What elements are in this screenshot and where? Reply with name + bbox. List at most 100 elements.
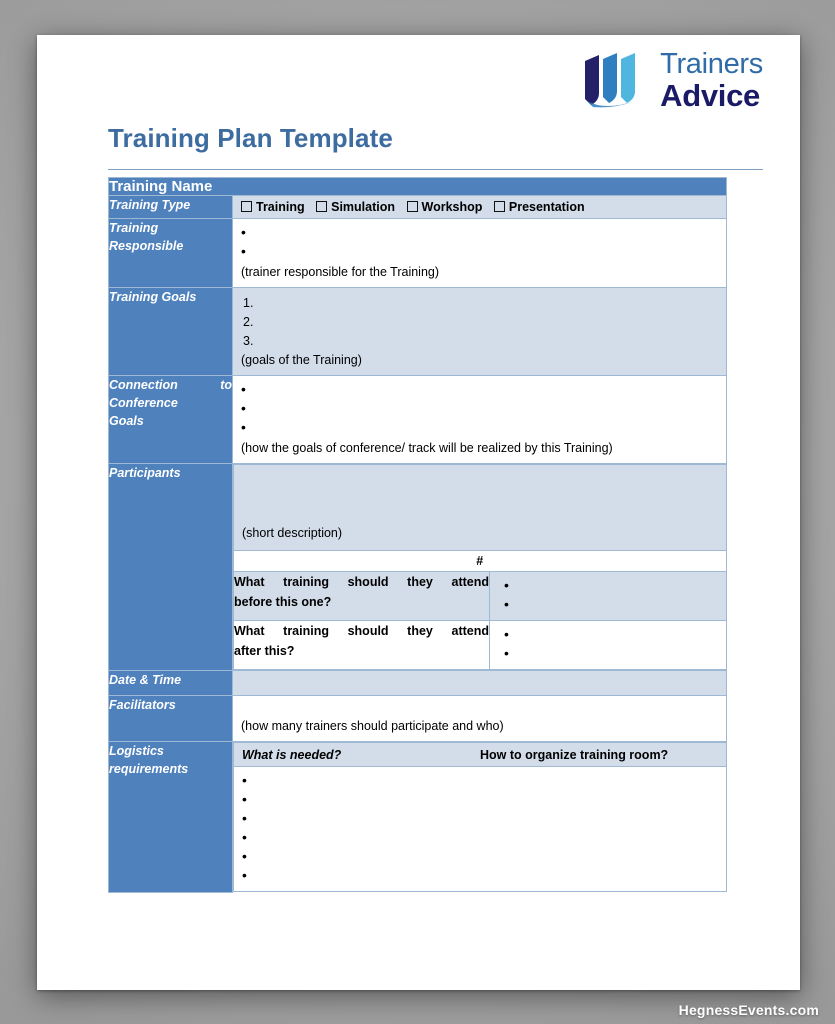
cell-logistics: What is needed? How to organize training… [233, 742, 727, 892]
checkbox-icon[interactable] [241, 201, 252, 212]
participants-count-row: # [233, 550, 727, 572]
logistics-body-row [233, 766, 727, 892]
hint-facilitators: (how many trainers should participate an… [241, 719, 504, 733]
numbered-list [241, 293, 718, 350]
cell-training-type: Training Simulation Workshop Presentatio… [232, 195, 727, 219]
cell-connection-goals[interactable]: (how the goals of conference/ track will… [232, 375, 727, 464]
question-before-line2: before this one? [234, 595, 332, 609]
table-row-training-name: Training Name [108, 177, 727, 196]
cell-training-responsible[interactable]: (trainer responsible for the Training) [232, 218, 727, 288]
checkbox-option-presentation[interactable]: Presentation [493, 200, 585, 214]
logistics-body-cell[interactable] [233, 766, 727, 892]
hint-training-goals: (goals of the Training) [241, 353, 362, 367]
list-item[interactable] [241, 331, 718, 350]
question-after-this: What training should they attend after t… [233, 620, 490, 670]
label-connection-word1: Connection [109, 378, 178, 392]
list-item[interactable] [241, 223, 718, 243]
logistics-col-b-header: How to organize training room? [480, 748, 669, 762]
brand-logo: Trainers Advice [579, 49, 763, 111]
list-item[interactable] [242, 847, 718, 867]
logo-line-2: Advice [660, 77, 760, 113]
checkbox-label-simulation: Simulation [331, 200, 396, 214]
bullet-list [242, 771, 718, 886]
document-page: Trainers Advice Training Plan Template T… [37, 35, 800, 990]
page-title: Training Plan Template [108, 123, 393, 153]
participants-after-row: What training should they attend after t… [233, 620, 727, 670]
table-row-facilitators: Facilitators (how many trainers should p… [108, 695, 727, 742]
question-before-this-one: What training should they attend before … [233, 571, 490, 621]
bullet-list [241, 380, 718, 438]
bullet-list [504, 625, 718, 664]
logistics-column-headers: What is needed? How to organize training… [233, 742, 727, 767]
label-connection-goals: Connection to Conference Goals [108, 375, 233, 464]
table-row-logistics: Logistics requirements What is needed? H… [108, 741, 727, 893]
cell-participants: (short description) # What training shou… [233, 464, 727, 671]
list-item[interactable] [242, 828, 718, 848]
list-item[interactable] [242, 790, 718, 810]
logistics-header-row: What is needed? How to organize training… [233, 742, 727, 767]
question-before-line1: What training should they attend [234, 575, 489, 589]
list-item[interactable] [241, 418, 718, 438]
checkbox-label-training: Training [256, 200, 305, 214]
cell-training-goals[interactable]: (goals of the Training) [232, 287, 727, 376]
list-item[interactable] [241, 380, 718, 400]
checkbox-icon[interactable] [493, 201, 505, 212]
label-connection-line3: Goals [109, 414, 144, 429]
label-facilitators: Facilitators [108, 695, 233, 742]
bullet-list [504, 576, 718, 615]
checkbox-label-presentation: Presentation [508, 200, 585, 214]
title-divider [108, 169, 763, 170]
table-row-participants: Participants (short description) # What … [108, 463, 727, 671]
stacked-pages-mark [585, 53, 636, 108]
list-item[interactable] [241, 312, 718, 331]
table-row-training-goals: Training Goals (goals of the Training) [108, 287, 727, 376]
label-logistics-line2: requirements [109, 762, 189, 777]
label-date-time: Date & Time [108, 670, 233, 696]
question-after-line1: What training should they attend [234, 624, 489, 638]
label-logistics: Logistics requirements [108, 741, 233, 893]
table-row-connection-goals: Connection to Conference Goals (how the … [108, 375, 727, 464]
checkbox-icon[interactable] [316, 201, 328, 212]
cell-date-time[interactable] [232, 670, 727, 696]
hint-connection-goals: (how the goals of conference/ track will… [241, 441, 613, 455]
list-item[interactable] [504, 595, 718, 615]
logistics-col-a-header: What is needed? [242, 748, 342, 762]
label-training-type: Training Type [108, 195, 233, 219]
cell-facilitators[interactable]: (how many trainers should participate an… [232, 695, 727, 742]
label-participants: Participants [108, 463, 233, 671]
label-connection-word2: to [220, 378, 232, 392]
value-date-time [233, 671, 726, 695]
list-item[interactable] [504, 644, 718, 664]
participants-count-symbol: # [476, 554, 484, 568]
list-item[interactable] [504, 625, 718, 645]
checkbox-option-simulation[interactable]: Simulation [316, 200, 395, 214]
label-logistics-line1: Logistics [109, 744, 164, 758]
checkbox-option-training[interactable]: Training [241, 200, 305, 214]
list-item[interactable] [242, 866, 718, 886]
answers-after-this[interactable] [489, 620, 727, 670]
list-item[interactable] [242, 809, 718, 829]
hint-training-responsible: (trainer responsible for the Training) [241, 265, 440, 279]
participants-count-cell[interactable]: # [233, 550, 727, 572]
logo-line-1: Trainers [660, 47, 763, 80]
checkbox-label-workshop: Workshop [421, 200, 483, 214]
checkbox-option-workshop[interactable]: Workshop [406, 200, 483, 214]
list-item[interactable] [241, 399, 718, 419]
bullet-list [241, 223, 718, 262]
site-watermark: HegnessEvents.com [678, 1002, 819, 1018]
question-after-line2: after this? [234, 644, 295, 658]
list-item[interactable] [241, 242, 718, 262]
label-training-responsible: Training Responsible [108, 218, 233, 288]
table-row-training-responsible: Training Responsible (trainer responsibl… [108, 218, 727, 288]
table-row-date-time: Date & Time [108, 670, 727, 696]
list-item[interactable] [242, 771, 718, 791]
participants-description[interactable]: (short description) [233, 464, 727, 551]
participants-before-row: What training should they attend before … [233, 571, 727, 621]
answers-before-this-one[interactable] [489, 571, 727, 621]
list-item[interactable] [504, 576, 718, 596]
checkbox-icon[interactable] [406, 201, 418, 212]
table-row-training-type: Training Type Training Simulation Worksh… [108, 195, 727, 219]
list-item[interactable] [241, 293, 718, 312]
participants-description-row: (short description) [233, 464, 727, 551]
label-connection-line2: Conference [109, 396, 178, 411]
